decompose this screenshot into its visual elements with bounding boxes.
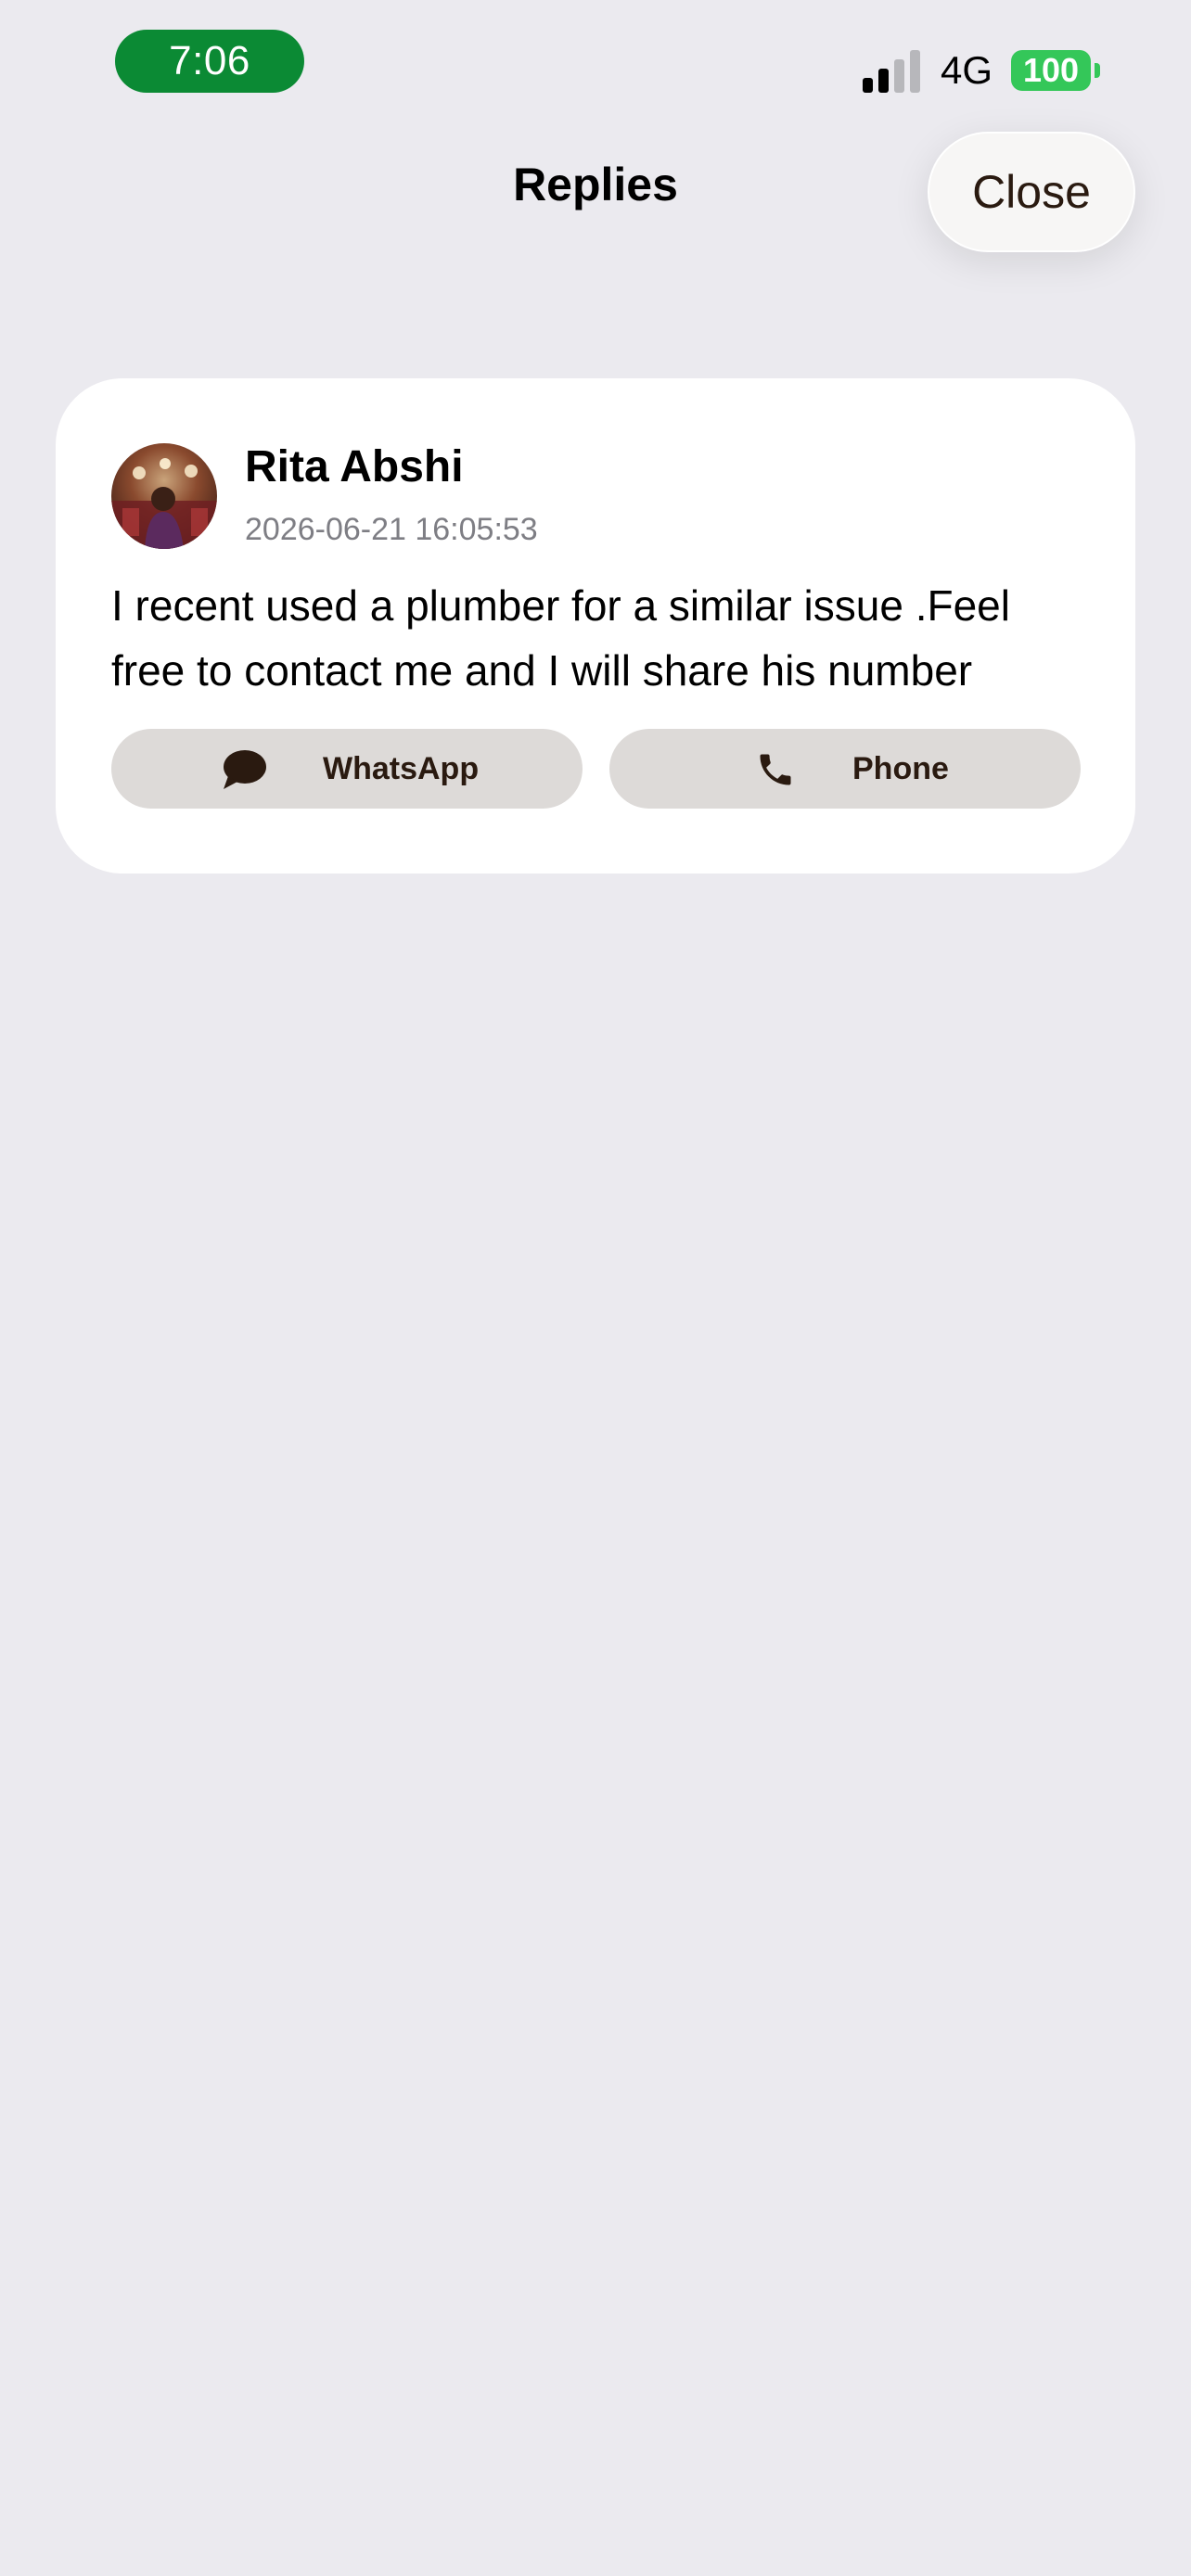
avatar[interactable] xyxy=(111,443,217,549)
whatsapp-button-label: WhatsApp xyxy=(323,751,480,786)
phone-icon xyxy=(752,748,799,791)
close-button[interactable]: Close xyxy=(928,132,1135,252)
battery-icon: 100 xyxy=(1011,50,1100,91)
chat-bubble-icon xyxy=(221,748,267,791)
network-type: 4G xyxy=(940,48,992,92)
battery-level: 100 xyxy=(1022,51,1080,89)
reply-message: I recent used a plumber for a similar is… xyxy=(111,581,1010,695)
phone-button-label: Phone xyxy=(852,751,949,786)
phone-button[interactable]: Phone xyxy=(609,729,1081,809)
user-avatar-photo xyxy=(111,443,217,549)
whatsapp-button[interactable]: WhatsApp xyxy=(111,729,583,809)
close-button-label: Close xyxy=(972,166,1091,218)
reply-card: Rita Abshi 2026-06-21 16:05:53 I recent … xyxy=(56,378,1135,874)
reply-timestamp: 2026-06-21 16:05:53 xyxy=(245,512,538,547)
author-name: Rita Abshi xyxy=(245,442,464,491)
status-time: 7:06 xyxy=(169,38,250,83)
status-time-pill: 7:06 xyxy=(115,30,304,93)
cellular-signal-icon xyxy=(862,48,920,93)
status-indicators: 4G 100 xyxy=(862,46,1100,95)
